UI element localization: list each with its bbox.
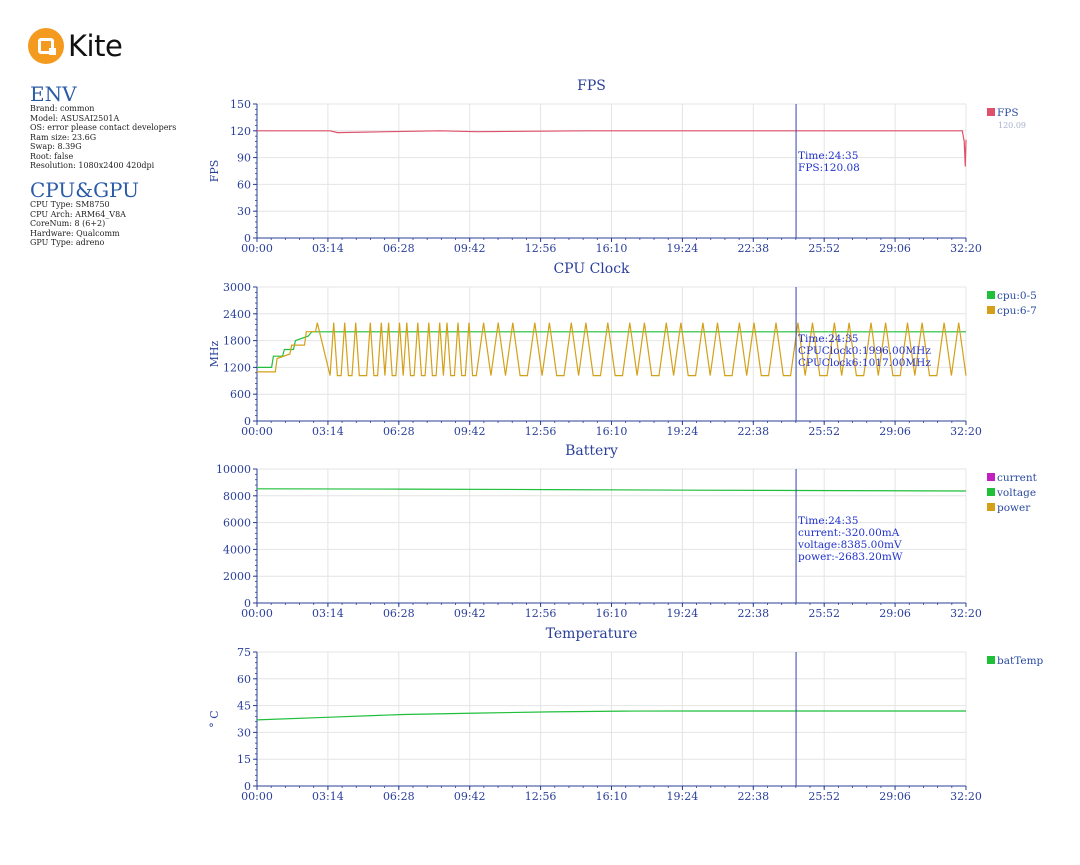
- x-tick-label: 12:56: [525, 425, 557, 438]
- legend-label: FPS: [997, 107, 1019, 119]
- x-tick-label: 09:42: [454, 425, 486, 438]
- x-tick-label: 22:38: [737, 790, 769, 803]
- cursor-readout: current:-320.00mA: [798, 527, 900, 539]
- x-tick-label: 29:06: [879, 242, 911, 255]
- x-tick-label: 16:10: [596, 425, 628, 438]
- y-tick-label: 30: [237, 205, 251, 218]
- legend-label: power: [997, 502, 1031, 514]
- y-tick-label: 10000: [216, 463, 251, 476]
- x-tick-label: 12:56: [525, 607, 557, 620]
- cursor-readout: voltage:8385.00mV: [797, 539, 902, 551]
- x-tick-label: 29:06: [879, 607, 911, 620]
- x-tick-label: 19:24: [667, 242, 699, 255]
- x-tick-label: 25:52: [808, 607, 840, 620]
- y-tick-label: 30: [237, 726, 251, 739]
- x-tick-label: 00:00: [241, 425, 273, 438]
- y-tick-label: 1800: [223, 335, 251, 348]
- x-tick-label: 00:00: [241, 790, 273, 803]
- y-tick-label: 75: [237, 646, 251, 659]
- x-tick-label: 03:14: [312, 790, 344, 803]
- legend-swatch-power[interactable]: [987, 503, 995, 511]
- y-tick-label: 4000: [223, 543, 251, 556]
- x-tick-label: 22:38: [737, 242, 769, 255]
- x-tick-label: 03:14: [312, 242, 344, 255]
- legend-swatch-cpu:6-7[interactable]: [987, 306, 995, 314]
- y-axis-label: MHz: [208, 340, 221, 367]
- y-axis-label: FPS: [208, 160, 221, 183]
- x-tick-label: 12:56: [525, 242, 557, 255]
- legend-swatch-voltage[interactable]: [987, 488, 995, 496]
- x-tick-label: 32:20: [950, 242, 982, 255]
- legend-swatch-batTemp[interactable]: [987, 656, 995, 664]
- legend-swatch-FPS[interactable]: [987, 108, 995, 116]
- legend-value: 120.09: [998, 121, 1026, 130]
- x-tick-label: 09:42: [454, 242, 486, 255]
- x-tick-label: 00:00: [241, 242, 273, 255]
- chart-title: Battery: [565, 443, 618, 459]
- legend-swatch-cpu:0-5[interactable]: [987, 291, 995, 299]
- x-tick-label: 16:10: [596, 607, 628, 620]
- x-tick-label: 25:52: [808, 790, 840, 803]
- x-tick-label: 00:00: [241, 607, 273, 620]
- legend-label: batTemp: [997, 655, 1044, 667]
- cursor-readout: CPUClock6:1017.00MHz: [798, 357, 931, 369]
- legend-swatch-current[interactable]: [987, 473, 995, 481]
- x-tick-label: 16:10: [596, 790, 628, 803]
- y-axis-label: ° C: [208, 710, 221, 727]
- legend-label: current: [997, 472, 1038, 484]
- chart-title: FPS: [577, 78, 606, 94]
- cursor-readout: Time:24:35: [798, 515, 858, 527]
- x-tick-label: 25:52: [808, 425, 840, 438]
- legend-label: voltage: [996, 487, 1036, 499]
- x-tick-label: 29:06: [879, 425, 911, 438]
- x-tick-label: 03:14: [312, 607, 344, 620]
- x-tick-label: 12:56: [525, 790, 557, 803]
- y-tick-label: 2400: [223, 308, 251, 321]
- chart-title: Temperature: [546, 626, 638, 642]
- y-tick-label: 60: [237, 178, 251, 191]
- y-tick-label: 6000: [223, 517, 251, 530]
- x-tick-label: 19:24: [667, 790, 699, 803]
- y-tick-label: 90: [237, 152, 251, 165]
- x-tick-label: 09:42: [454, 607, 486, 620]
- cursor-readout: FPS:120.08: [798, 162, 860, 174]
- x-tick-label: 06:28: [383, 790, 415, 803]
- x-tick-label: 22:38: [737, 425, 769, 438]
- x-tick-label: 32:20: [950, 425, 982, 438]
- x-tick-label: 03:14: [312, 425, 344, 438]
- x-tick-label: 16:10: [596, 242, 628, 255]
- x-tick-label: 32:20: [950, 607, 982, 620]
- y-tick-label: 1200: [223, 361, 251, 374]
- y-tick-label: 8000: [223, 490, 251, 503]
- y-tick-label: 120: [230, 125, 251, 138]
- x-tick-label: 06:28: [383, 242, 415, 255]
- x-tick-label: 29:06: [879, 790, 911, 803]
- y-tick-label: 45: [237, 700, 251, 713]
- cursor-readout: Time:24:35: [798, 333, 858, 345]
- charts-canvas: FPS030609012015000:00 03:14 06:28 09:42 12:5…: [208, 78, 1044, 803]
- x-tick-label: 25:52: [808, 242, 840, 255]
- x-tick-label: 06:28: [383, 607, 415, 620]
- cursor-readout: power:-2683.20mW: [798, 551, 903, 563]
- x-tick-label: 32:20: [950, 790, 982, 803]
- legend-label: cpu:0-5: [997, 290, 1037, 302]
- y-tick-label: 600: [230, 388, 251, 401]
- y-tick-label: 60: [237, 673, 251, 686]
- chart-title: CPU Clock: [553, 261, 630, 277]
- cursor-readout: CPUClock0:1996.00MHz: [798, 345, 931, 357]
- x-tick-label: 19:24: [667, 425, 699, 438]
- y-tick-label: 15: [237, 753, 251, 766]
- x-tick-label: 06:28: [383, 425, 415, 438]
- y-tick-label: 2000: [223, 570, 251, 583]
- y-tick-label: 3000: [223, 281, 251, 294]
- cursor-readout: Time:24:35: [798, 150, 858, 162]
- x-tick-label: 22:38: [737, 607, 769, 620]
- legend-label: cpu:6-7: [997, 305, 1037, 317]
- x-tick-label: 09:42: [454, 790, 486, 803]
- x-tick-label: 19:24: [667, 607, 699, 620]
- y-tick-label: 150: [230, 98, 251, 111]
